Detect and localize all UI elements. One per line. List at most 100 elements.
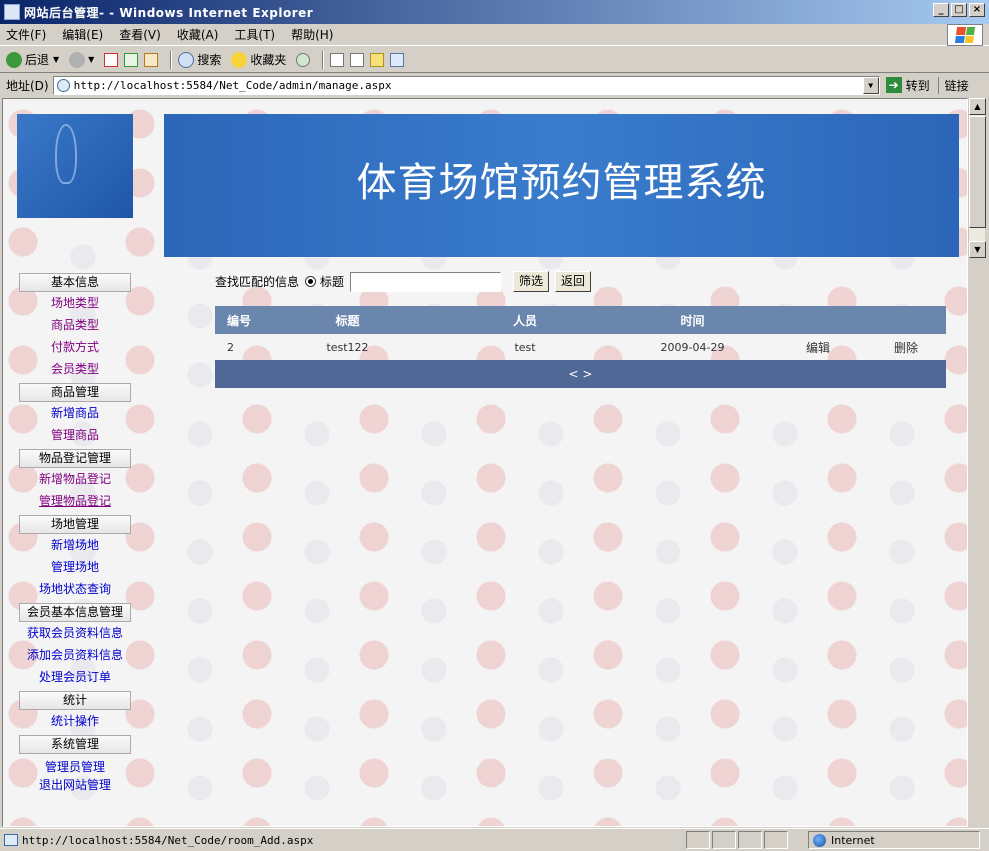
sidebar-link-add-member-info[interactable]: 添加会员资料信息	[17, 644, 133, 666]
sidebar-link-venue-status[interactable]: 场地状态查询	[17, 578, 133, 600]
sidebar-link-add-item-registration[interactable]: 新增物品登记	[17, 468, 133, 490]
sidebar-link-manage-products[interactable]: 管理商品	[17, 424, 133, 446]
scroll-down-icon[interactable]: ▼	[969, 241, 986, 258]
delete-link[interactable]: 删除	[866, 339, 946, 356]
search-input[interactable]	[350, 271, 502, 292]
column-header-id: 编号	[227, 313, 252, 328]
menu-file[interactable]: 文件(F)	[6, 26, 46, 43]
address-label: 地址(D)	[6, 78, 49, 93]
home-icon[interactable]	[144, 52, 159, 67]
title-radio[interactable]	[305, 276, 317, 287]
vertical-scrollbar[interactable]: ▲ ▼	[968, 98, 986, 258]
edit-link[interactable]: 编辑	[770, 339, 866, 356]
sidebar-link-manage-item-registration[interactable]: 管理物品登记	[17, 490, 133, 512]
zone-label: Internet	[831, 833, 875, 847]
table-row: 2 test122 test 2009-04-29 编辑 删除	[215, 334, 946, 360]
table-pager[interactable]: < >	[215, 360, 946, 388]
site-logo	[17, 114, 133, 218]
globe-icon	[813, 833, 826, 847]
sidebar-heading-item-registration: 物品登记管理	[19, 449, 131, 468]
search-label: 搜索	[197, 53, 222, 67]
history-icon[interactable]	[296, 52, 311, 67]
back-button-form[interactable]: 返回	[555, 271, 592, 292]
page-viewport: 体育场馆预约管理系统 基本信息 场地类型 商品类型 付款方式 会员类型 商品管理…	[2, 98, 968, 827]
stop-icon[interactable]	[104, 52, 119, 67]
forward-dropdown-icon[interactable]: ▼	[88, 55, 94, 64]
admin-sidebar: 基本信息 场地类型 商品类型 付款方式 会员类型 商品管理 新增商品 管理商品 …	[17, 270, 133, 794]
forward-button[interactable]: ▼	[69, 51, 94, 68]
search-icon	[178, 51, 195, 68]
column-header-title: 标题	[335, 313, 360, 328]
back-dropdown-icon[interactable]: ▼	[53, 55, 59, 64]
menu-edit[interactable]: 编辑(E)	[62, 26, 103, 43]
print-icon[interactable]	[330, 52, 345, 67]
favorites-button[interactable]: 收藏夹	[231, 51, 286, 68]
back-button[interactable]: 后退 ▼	[6, 51, 59, 68]
sidebar-link-member-type[interactable]: 会员类型	[17, 358, 133, 380]
status-panel	[738, 831, 762, 849]
sidebar-link-member-orders[interactable]: 处理会员订单	[17, 666, 133, 688]
sidebar-link-venue-type[interactable]: 场地类型	[17, 292, 133, 314]
sidebar-heading-statistics: 统计	[19, 691, 131, 710]
sidebar-heading-basic-info: 基本信息	[19, 273, 131, 292]
sidebar-link-manage-venues[interactable]: 管理场地	[17, 556, 133, 578]
cell-title: test122	[326, 340, 369, 354]
filter-button[interactable]: 筛选	[513, 271, 550, 292]
sidebar-link-product-type[interactable]: 商品类型	[17, 314, 133, 336]
go-arrow-icon: ➔	[885, 77, 902, 93]
search-button[interactable]: 搜索	[178, 51, 221, 68]
back-label: 后退	[25, 53, 50, 67]
sidebar-link-logout[interactable]: 退出网站管理	[17, 776, 133, 794]
sidebar-link-add-venue[interactable]: 新增场地	[17, 534, 133, 556]
address-url: http://localhost:5584/Net_Code/admin/man…	[73, 78, 392, 92]
sidebar-heading-venue-management: 场地管理	[19, 515, 131, 534]
sidebar-link-payment-method[interactable]: 付款方式	[17, 336, 133, 358]
menu-view[interactable]: 查看(V)	[119, 26, 161, 43]
windows-logo	[947, 24, 983, 46]
window-title: 网站后台管理- - Windows Internet Explorer	[24, 5, 314, 20]
toolbar-separator	[170, 50, 173, 69]
address-dropdown-icon[interactable]: ▼	[862, 76, 879, 94]
toolbar-separator	[322, 50, 325, 69]
windows-flag-icon	[954, 27, 976, 43]
close-button[interactable]: ×	[969, 3, 985, 17]
scroll-thumb[interactable]	[969, 116, 986, 228]
messenger-icon[interactable]	[370, 52, 385, 67]
status-bar: http://localhost:5584/Net_Code/room_Add.…	[0, 828, 989, 851]
menu-tools[interactable]: 工具(T)	[234, 26, 275, 43]
favorites-label: 收藏夹	[250, 53, 287, 67]
sidebar-heading-system-management: 系统管理	[19, 735, 131, 754]
sidebar-link-admin-management[interactable]: 管理员管理	[17, 758, 133, 776]
address-input[interactable]: http://localhost:5584/Net_Code/admin/man…	[52, 75, 880, 95]
links-button[interactable]: 链接	[937, 76, 969, 94]
minimize-button[interactable]: _	[933, 3, 949, 17]
sidebar-link-get-member-info[interactable]: 获取会员资料信息	[17, 622, 133, 644]
status-panel	[764, 831, 788, 849]
menu-help[interactable]: 帮助(H)	[291, 26, 333, 43]
window-title-bar: 网站后台管理- - Windows Internet Explorer _ □ …	[0, 0, 989, 24]
status-url: http://localhost:5584/Net_Code/room_Add.…	[22, 833, 314, 847]
menu-favorites[interactable]: 收藏(A)	[177, 26, 219, 43]
edit-page-icon[interactable]	[350, 52, 365, 67]
back-arrow-icon	[6, 51, 22, 68]
header-banner: 体育场馆预约管理系统	[164, 114, 959, 257]
sidebar-link-statistics[interactable]: 统计操作	[17, 710, 133, 732]
sidebar-heading-member-info: 会员基本信息管理	[19, 603, 131, 622]
column-header-time: 时间	[680, 313, 705, 328]
scroll-up-icon[interactable]: ▲	[969, 98, 986, 115]
maximize-button[interactable]: □	[951, 3, 967, 17]
ie-app-icon	[4, 4, 20, 20]
page-icon	[56, 78, 70, 92]
refresh-icon[interactable]	[124, 52, 139, 67]
address-bar: 地址(D) http://localhost:5584/Net_Code/adm…	[0, 73, 989, 97]
title-radio-label: 标题	[320, 275, 345, 289]
search-prompt-label: 查找匹配的信息	[215, 275, 300, 289]
page-status-icon	[4, 834, 18, 846]
search-form: 查找匹配的信息 标题 筛选 返回	[215, 271, 592, 292]
go-button[interactable]: ➔ 转到	[885, 77, 930, 94]
sidebar-heading-product-management: 商品管理	[19, 383, 131, 402]
status-panels	[686, 831, 790, 849]
toolbar: 后退 ▼ ▼ 搜索 收藏夹	[0, 47, 989, 73]
window-icon[interactable]	[390, 52, 405, 67]
sidebar-link-add-product[interactable]: 新增商品	[17, 402, 133, 424]
